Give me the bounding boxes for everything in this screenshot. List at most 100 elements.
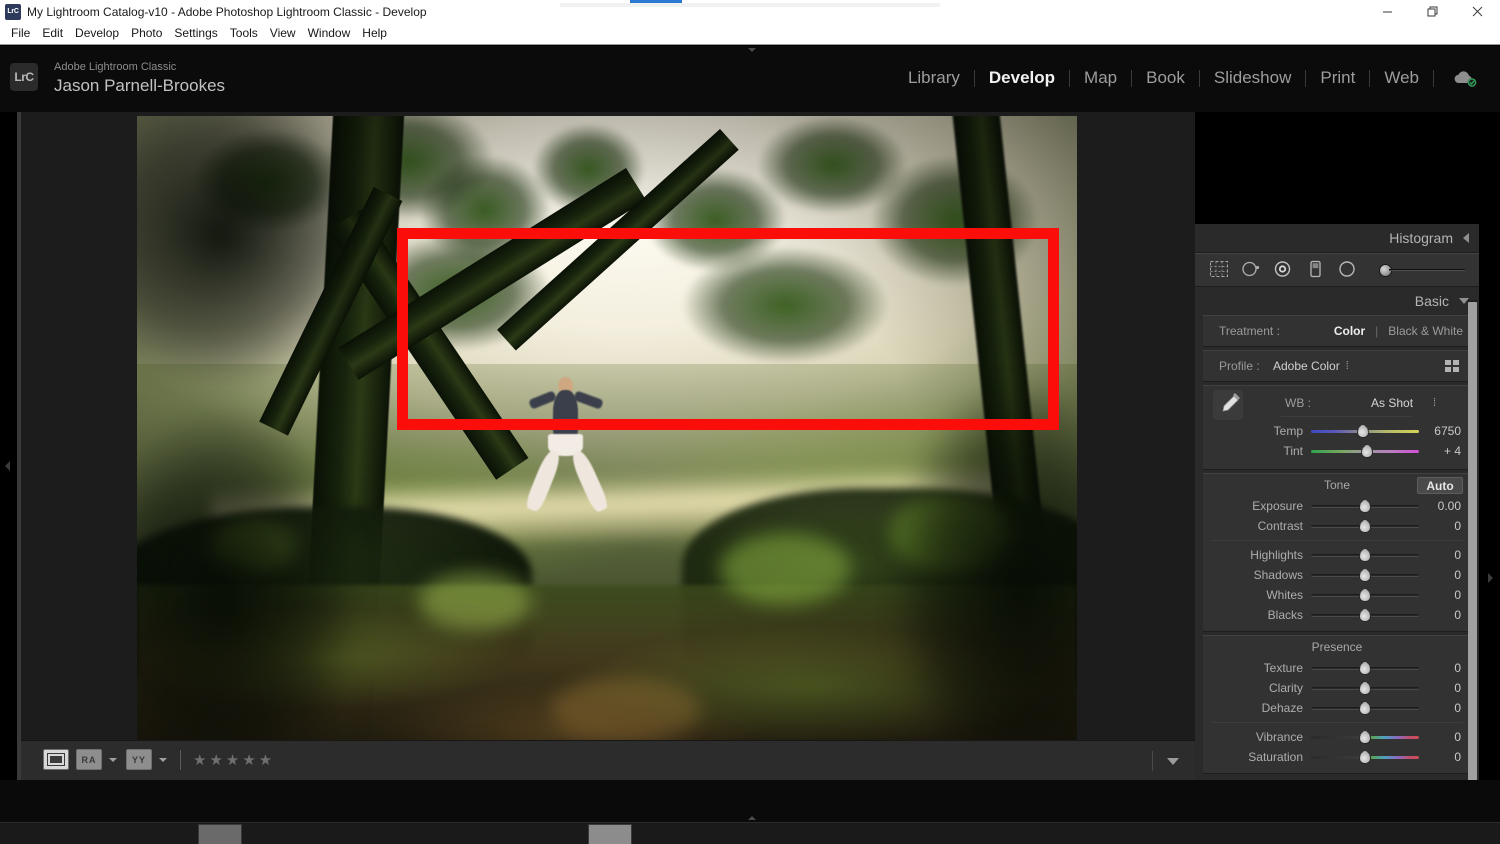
expand-left-panel-icon[interactable] [5,461,10,471]
exposure-value[interactable]: 0.00 [1419,499,1465,513]
white-balance-dropdown-icon[interactable]: ⁞ [1433,397,1436,409]
whites-slider-row[interactable]: Whites 0 [1203,585,1471,605]
tint-slider-row[interactable]: Tint + 4 [1203,441,1471,461]
whites-slider-knob[interactable] [1359,588,1371,602]
dehaze-value[interactable]: 0 [1419,701,1465,715]
temp-slider-knob[interactable] [1356,424,1369,438]
module-develop[interactable]: Develop [975,60,1069,96]
highlights-slider-row[interactable]: Highlights 0 [1203,545,1471,565]
whites-slider-track[interactable] [1311,585,1419,605]
clarity-slider-knob[interactable] [1359,681,1371,695]
clarity-value[interactable]: 0 [1419,681,1465,695]
spot-removal-tool-icon[interactable] [1241,260,1261,280]
adjustment-brush-tool-icon[interactable] [1375,260,1465,280]
shadows-slider-knob[interactable] [1359,568,1371,582]
histogram-panel-header[interactable]: Histogram [1195,224,1479,252]
menu-item-window[interactable]: Window [302,23,357,43]
profile-value[interactable]: Adobe Color [1273,359,1340,373]
contrast-value[interactable]: 0 [1419,519,1465,533]
crop-overlay-tool-icon[interactable] [1209,260,1229,280]
exposure-slider-knob[interactable] [1359,499,1371,513]
highlights-slider-knob[interactable] [1359,548,1371,562]
module-map[interactable]: Map [1070,60,1131,96]
brush-size-track[interactable] [1389,269,1465,271]
menu-item-develop[interactable]: Develop [69,23,125,43]
menu-item-help[interactable]: Help [356,23,393,43]
saturation-value[interactable]: 0 [1419,750,1465,764]
menu-item-settings[interactable]: Settings [168,23,223,43]
loupe-view-icon[interactable] [43,749,69,770]
basic-panel-header[interactable]: Basic [1195,287,1479,315]
collapse-right-panel-icon[interactable] [1488,573,1493,583]
module-slideshow[interactable]: Slideshow [1200,60,1306,96]
tint-slider-knob[interactable] [1361,444,1374,458]
blacks-value[interactable]: 0 [1419,608,1465,622]
filter-funnel-icon[interactable] [1167,757,1179,765]
shadows-slider-row[interactable]: Shadows 0 [1203,565,1471,585]
compare-view-menu-icon[interactable] [109,757,117,762]
profile-browser-grid-icon[interactable] [1445,360,1459,372]
menu-item-tools[interactable]: Tools [224,23,264,43]
shadows-value[interactable]: 0 [1419,568,1465,582]
treatment-option-black-and-white[interactable]: Black & White [1388,324,1463,338]
module-web[interactable]: Web [1370,60,1433,96]
right-panel-scrollbar-thumb[interactable] [1468,302,1477,844]
image-stage[interactable]: RA YY ★★★★★ [21,112,1195,780]
filmstrip-thumbnail[interactable] [198,824,242,844]
texture-slider-track[interactable] [1311,658,1419,678]
temp-slider-track[interactable] [1311,421,1419,441]
blacks-slider-row[interactable]: Blacks 0 [1203,605,1471,625]
menu-item-photo[interactable]: Photo [125,23,168,43]
red-eye-correction-tool-icon[interactable] [1273,260,1293,280]
identity-plate[interactable]: Adobe Lightroom Classic Jason Parnell-Br… [54,60,225,97]
menu-item-file[interactable]: File [5,23,36,43]
restore-icon[interactable] [1410,0,1455,23]
vibrance-slider-row[interactable]: Vibrance 0 [1203,727,1471,747]
auto-tone-button[interactable]: Auto [1417,477,1463,494]
temp-value[interactable]: 6750 [1419,424,1465,438]
top-panel-collapse-handle[interactable] [748,48,756,52]
module-book[interactable]: Book [1132,60,1199,96]
tint-slider-track[interactable] [1311,441,1419,461]
close-icon[interactable] [1455,0,1500,23]
exposure-slider-row[interactable]: Exposure 0.00 [1203,496,1471,516]
contrast-slider-row[interactable]: Contrast 0 [1203,516,1471,536]
blacks-slider-knob[interactable] [1359,608,1371,622]
graduated-filter-tool-icon[interactable] [1305,260,1325,280]
temp-slider-row[interactable]: Temp 6750 [1203,421,1471,441]
module-library[interactable]: Library [894,60,974,96]
right-panel-collapsed-strip[interactable] [1479,224,1500,844]
triangle-left-icon[interactable] [1463,233,1469,243]
texture-value[interactable]: 0 [1419,661,1465,675]
texture-slider-knob[interactable] [1359,661,1371,675]
clarity-slider-row[interactable]: Clarity 0 [1203,678,1471,698]
minimize-icon[interactable] [1365,0,1410,23]
whites-value[interactable]: 0 [1419,588,1465,602]
radial-filter-tool-icon[interactable] [1337,260,1357,280]
dehaze-slider-row[interactable]: Dehaze 0 [1203,698,1471,718]
blacks-slider-track[interactable] [1311,605,1419,625]
dehaze-slider-track[interactable] [1311,698,1419,718]
treatment-option-color[interactable]: Color [1334,324,1365,338]
tint-value[interactable]: + 4 [1419,444,1465,458]
menu-item-view[interactable]: View [264,23,302,43]
exposure-slider-track[interactable] [1311,496,1419,516]
menu-item-edit[interactable]: Edit [36,23,69,43]
saturation-slider-row[interactable]: Saturation 0 [1203,747,1471,767]
vibrance-slider-knob[interactable] [1359,730,1371,744]
develop-photo[interactable] [137,116,1077,768]
filmstrip-thumbnail-selected[interactable] [588,824,632,844]
survey-view-icon[interactable]: YY [126,749,152,770]
shadows-slider-track[interactable] [1311,565,1419,585]
contrast-slider-knob[interactable] [1359,519,1371,533]
compare-view-icon[interactable]: RA [76,749,102,770]
left-panel-collapsed-strip[interactable] [0,112,17,780]
vibrance-value[interactable]: 0 [1419,730,1465,744]
vibrance-slider-track[interactable] [1311,727,1419,747]
cloud-sync-icon[interactable] [1452,68,1478,88]
module-print[interactable]: Print [1306,60,1369,96]
survey-view-menu-icon[interactable] [159,757,167,762]
saturation-slider-track[interactable] [1311,747,1419,767]
texture-slider-row[interactable]: Texture 0 [1203,658,1471,678]
saturation-slider-knob[interactable] [1359,750,1371,764]
